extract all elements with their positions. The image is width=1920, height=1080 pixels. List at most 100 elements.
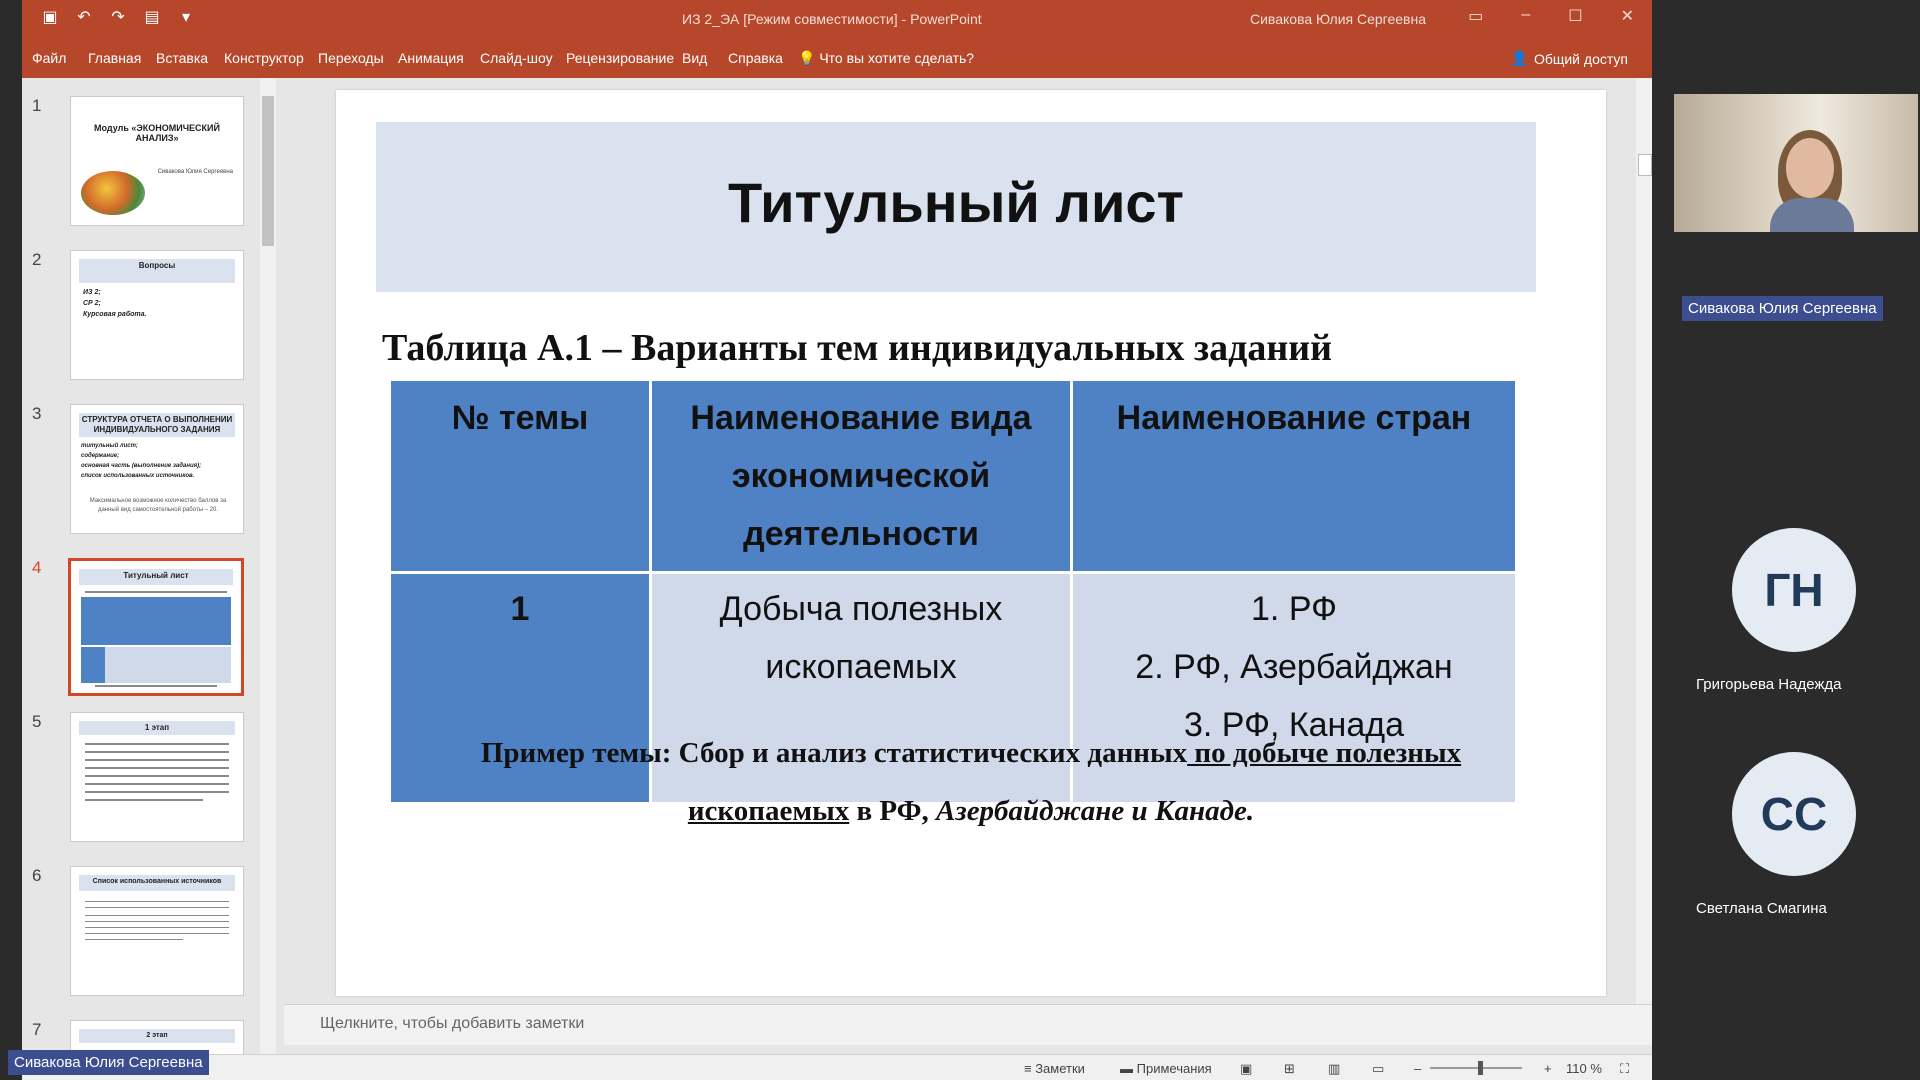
thumbnail-text-line <box>85 927 229 928</box>
window-title: ИЗ 2_ЭА [Режим совместимости] - PowerPoi… <box>682 11 982 27</box>
header-countries: Наименование стран <box>1070 378 1518 574</box>
share-button[interactable]: 👤 Общий доступ <box>1511 50 1629 67</box>
slide-thumbnail-preview[interactable]: Модуль «ЭКОНОМИЧЕСКИЙ АНАЛИЗ» Сивакова Ю… <box>70 96 244 226</box>
slide-thumbnail-preview[interactable]: 1 этап <box>70 712 244 842</box>
account-name[interactable]: Сивакова Юлия Сергеевна <box>1250 11 1426 27</box>
zoom-level[interactable]: 110 % <box>1566 1061 1602 1076</box>
status-bar: ≡ Заметки ▬ Примечания ▣ ⊞ ▥ ▭ – + 110 %… <box>22 1054 1652 1080</box>
tab-help[interactable]: Справка <box>728 50 783 66</box>
thumbnail-text-line <box>95 685 217 687</box>
presenter-name-tag: Сивакова Юлия Сергеевна <box>1682 296 1883 321</box>
comments-button[interactable]: ▬ Примечания <box>1120 1061 1212 1076</box>
redo-icon[interactable]: ↷ <box>108 8 128 28</box>
thumbnail-item: СР 2; <box>83 300 101 307</box>
notes-pane[interactable]: Щелкните, чтобы добавить заметки <box>284 1004 1652 1045</box>
thumbnail-text-line <box>85 743 229 745</box>
tab-slideshow[interactable]: Слайд-шоу <box>480 50 553 66</box>
undo-icon[interactable]: ↶ <box>74 8 94 28</box>
participant-avatar: СС <box>1732 752 1856 876</box>
participant-name: Светлана Смагина <box>1696 900 1827 917</box>
globe-image <box>81 171 145 215</box>
tell-me-label: Что вы хотите сделать? <box>819 50 975 66</box>
example-topic: Пример темы: Сбор и анализ статистически… <box>416 724 1526 840</box>
thumbnail-text-line <box>85 799 203 801</box>
slide-thumbnail-pane: 1 Модуль «ЭКОНОМИЧЕСКИЙ АНАЛИЗ» Сивакова… <box>22 78 284 1062</box>
thumbnail-item: список использованных источников. <box>81 473 195 479</box>
thumbnail-text-line <box>85 907 229 908</box>
minimize-icon[interactable]: – <box>1521 6 1530 26</box>
current-slide[interactable]: Титульный лист Таблица А.1 – Варианты те… <box>336 90 1606 996</box>
thumbnail-table-header <box>81 597 231 645</box>
slide-number: 4 <box>32 558 42 577</box>
tab-view[interactable]: Вид <box>682 50 707 66</box>
slide-number: 6 <box>32 866 42 885</box>
ribbon-display-icon[interactable]: ▭ <box>1468 6 1483 26</box>
thumbnail-text-line <box>85 791 229 793</box>
example-middle: в РФ, <box>849 795 937 827</box>
reading-view-icon[interactable]: ▥ <box>1328 1061 1340 1077</box>
thumbnail-title: 1 этап <box>79 721 235 735</box>
title-bar: ▣ ↶ ↷ ▤ ▾ ИЗ 2_ЭА [Режим совместимости] … <box>22 0 1652 38</box>
thumbnail-text-line <box>85 921 229 922</box>
tell-me-search[interactable]: 💡 Что вы хотите сделать? <box>798 50 974 67</box>
thumbnail-title: СТРУКТУРА ОТЧЕТА О ВЫПОЛНЕНИИ ИНДИВИДУАЛ… <box>79 413 235 437</box>
notes-label: Заметки <box>1035 1061 1085 1076</box>
maximize-icon[interactable]: ☐ <box>1568 6 1582 26</box>
tab-design[interactable]: Конструктор <box>224 50 304 66</box>
zoom-slider[interactable] <box>1430 1067 1522 1069</box>
save-icon[interactable]: ▣ <box>40 8 60 28</box>
zoom-out-icon[interactable]: – <box>1414 1061 1421 1076</box>
thumbnail-title: Вопросы <box>79 259 235 283</box>
thumbnail-scrollbar[interactable] <box>260 78 276 1056</box>
slide-sorter-icon[interactable]: ⊞ <box>1284 1061 1295 1077</box>
customize-toolbar-icon[interactable]: ▾ <box>176 8 196 28</box>
tab-home[interactable]: Главная <box>88 50 141 66</box>
participant-avatar: ГН <box>1732 528 1856 652</box>
person-icon: 👤 <box>1510 50 1528 66</box>
normal-view-icon[interactable]: ▣ <box>1240 1061 1252 1077</box>
scrollbar-thumb[interactable] <box>262 96 274 246</box>
example-italic: Азербайджане и Канаде. <box>936 795 1255 827</box>
start-presentation-icon[interactable]: ▤ <box>142 8 162 28</box>
tab-file[interactable]: Файл <box>32 50 66 66</box>
zoom-slider-thumb[interactable] <box>1478 1061 1483 1075</box>
example-prefix: Пример темы: Сбор и анализ статистически… <box>480 737 1188 769</box>
tab-animations[interactable]: Анимация <box>398 50 464 66</box>
slide-thumbnail-preview[interactable]: Титульный лист <box>68 558 244 696</box>
thumbnail-item: основная часть (выполнение задания); <box>81 463 202 469</box>
close-icon[interactable]: ✕ <box>1621 6 1634 26</box>
thumbnail-text-line <box>85 767 229 769</box>
thumbnail-item: Курсовая работа. <box>83 311 147 318</box>
thumbnail-items: ИЗ 2; СР 2; Курсовая работа. <box>83 287 147 320</box>
thumbnail-item: содержание; <box>81 453 120 459</box>
slide-title-box[interactable]: Титульный лист <box>376 122 1536 292</box>
window-controls: ▭ – ☐ ✕ <box>1468 6 1634 26</box>
slide-thumbnail-preview[interactable]: Вопросы ИЗ 2; СР 2; Курсовая работа. <box>70 250 244 380</box>
tab-transitions[interactable]: Переходы <box>318 50 384 66</box>
slide-number: 5 <box>32 712 42 731</box>
thumbnail-text-line <box>85 939 183 940</box>
zoom-in-icon[interactable]: + <box>1544 1061 1552 1076</box>
thumbnail-text-line <box>85 759 229 761</box>
thumbnail-text-line <box>85 933 229 934</box>
fit-to-window-icon[interactable]: ⛶ <box>1620 1061 1629 1077</box>
presenter-video <box>1674 94 1918 232</box>
thumbnail-items: титульный лист; содержание; основная час… <box>81 441 201 481</box>
slide-number: 3 <box>32 404 42 423</box>
slide-scrollbar[interactable] <box>1636 78 1652 1004</box>
thumbnail-title: Титульный лист <box>79 569 233 585</box>
tab-insert[interactable]: Вставка <box>156 50 208 66</box>
scrollbar-thumb[interactable] <box>1638 154 1652 176</box>
tab-review[interactable]: Рецензирование <box>566 50 674 66</box>
notes-button[interactable]: ≡ Заметки <box>1024 1061 1085 1076</box>
share-label: Общий доступ <box>1533 50 1628 67</box>
screen-share-owner-tag: Сивакова Юлия Сергеевна <box>8 1050 209 1075</box>
slideshow-icon[interactable]: ▭ <box>1372 1061 1384 1077</box>
ribbon-tabs: Файл Главная Вставка Конструктор Переход… <box>22 38 1652 78</box>
slide-thumbnail-preview[interactable]: СТРУКТУРА ОТЧЕТА О ВЫПОЛНЕНИИ ИНДИВИДУАЛ… <box>70 404 244 534</box>
thumbnail-title: Модуль «ЭКОНОМИЧЕСКИЙ АНАЛИЗ» <box>94 123 220 143</box>
table-caption: Таблица А.1 – Варианты тем индивидуальны… <box>382 327 1333 369</box>
thumbnail-text-line <box>85 775 229 777</box>
slide-thumbnail-preview[interactable]: Список использованных источников <box>70 866 244 996</box>
thumbnail-title: Список использованных источников <box>79 875 235 891</box>
